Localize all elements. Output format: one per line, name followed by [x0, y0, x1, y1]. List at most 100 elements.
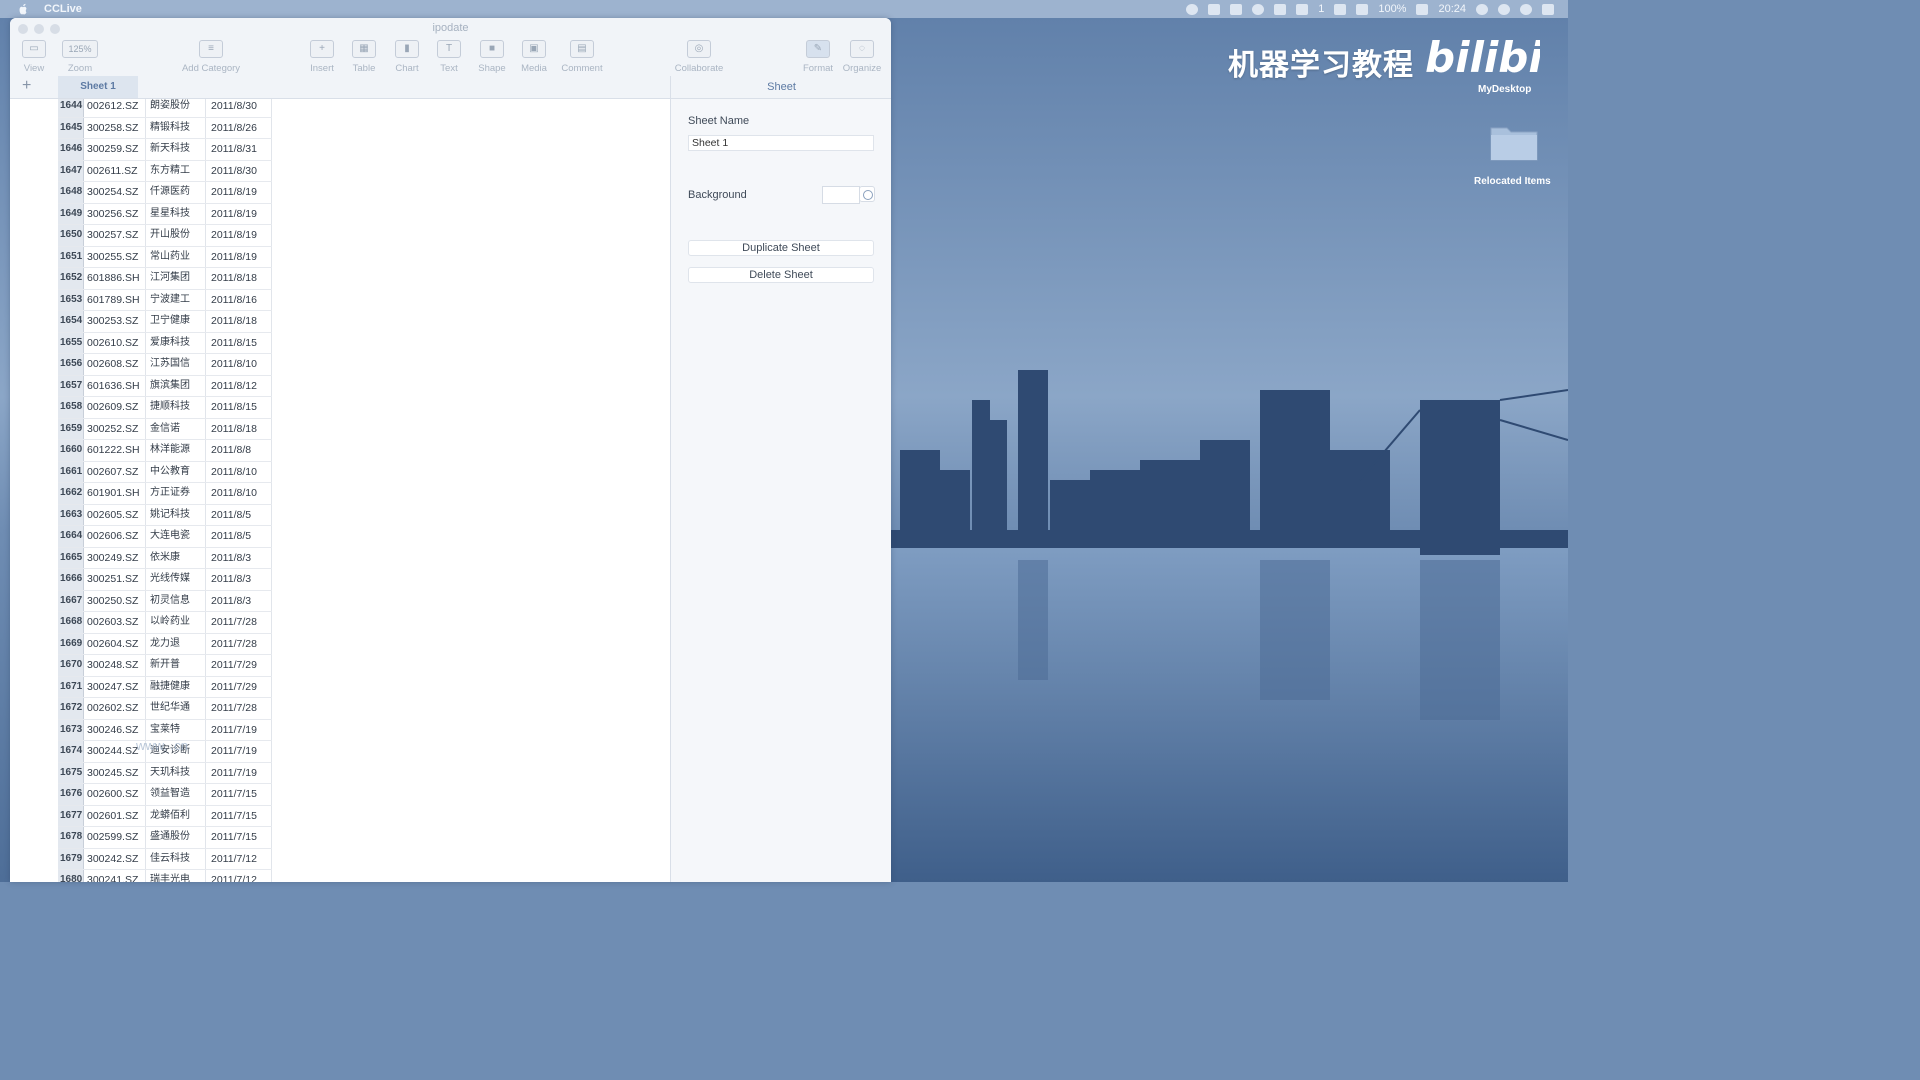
stock-code-cell[interactable]: 300250.SZ [84, 590, 146, 611]
shape-button[interactable]: ■ Shape [470, 40, 514, 74]
table-row[interactable]: 1680 300241.SZ 瑞丰光电 2011/7/12 [58, 870, 272, 882]
status-icon-2[interactable] [1208, 3, 1221, 15]
ipo-date-cell[interactable]: 2011/7/15 [206, 827, 272, 848]
stock-name-cell[interactable]: 领益智造 [146, 784, 206, 805]
apple-icon[interactable] [16, 3, 30, 15]
stock-code-cell[interactable]: 002602.SZ [84, 698, 146, 719]
table-row[interactable]: 1648 300254.SZ 仟源医药 2011/8/19 [58, 182, 272, 204]
stock-name-cell[interactable]: 林洋能源 [146, 440, 206, 461]
ipo-date-cell[interactable]: 2011/8/12 [206, 375, 272, 396]
row-number[interactable]: 1665 [58, 547, 84, 568]
ipo-date-cell[interactable]: 2011/8/15 [206, 397, 272, 418]
stock-name-cell[interactable]: 天玑科技 [146, 762, 206, 783]
stock-name-cell[interactable]: 龙力退 [146, 633, 206, 654]
ipo-date-cell[interactable]: 2011/7/28 [206, 633, 272, 654]
battery-icon[interactable] [1416, 3, 1429, 15]
ipo-date-cell[interactable]: 2011/8/19 [206, 246, 272, 267]
row-number[interactable]: 1654 [58, 311, 84, 332]
stock-code-cell[interactable]: 002607.SZ [84, 461, 146, 482]
stock-name-cell[interactable]: 新开普 [146, 655, 206, 676]
table-row[interactable]: 1672 002602.SZ 世纪华通 2011/7/28 [58, 698, 272, 720]
table-row[interactable]: 1659 300252.SZ 金信诺 2011/8/18 [58, 418, 272, 440]
row-number[interactable]: 1645 [58, 117, 84, 138]
stock-name-cell[interactable]: 方正证券 [146, 483, 206, 504]
table-row[interactable]: 1644 002612.SZ 朗姿股份 2011/8/30 [58, 99, 272, 118]
stock-code-cell[interactable]: 300254.SZ [84, 182, 146, 203]
ipo-date-cell[interactable]: 2011/7/15 [206, 805, 272, 826]
ipo-date-cell[interactable]: 2011/7/15 [206, 784, 272, 805]
stock-code-cell[interactable]: 002605.SZ [84, 504, 146, 525]
stock-code-cell[interactable]: 601886.SH [84, 268, 146, 289]
stock-code-cell[interactable]: 300248.SZ [84, 655, 146, 676]
row-number[interactable]: 1669 [58, 633, 84, 654]
stock-code-cell[interactable]: 300259.SZ [84, 139, 146, 160]
row-number[interactable]: 1649 [58, 203, 84, 224]
row-number[interactable]: 1670 [58, 655, 84, 676]
stock-code-cell[interactable]: 002600.SZ [84, 784, 146, 805]
table-row[interactable]: 1660 601222.SH 林洋能源 2011/8/8 [58, 440, 272, 462]
row-number[interactable]: 1666 [58, 569, 84, 590]
table-row[interactable]: 1679 300242.SZ 佳云科技 2011/7/12 [58, 848, 272, 870]
row-number[interactable]: 1664 [58, 526, 84, 547]
tab-sheet-1[interactable]: Sheet 1 [58, 76, 138, 98]
folder-icon[interactable] [1489, 122, 1539, 162]
table-row[interactable]: 1670 300248.SZ 新开普 2011/7/29 [58, 655, 272, 677]
comment-button[interactable]: ▤ Comment [557, 40, 607, 74]
table-row[interactable]: 1677 002601.SZ 龙蟒佰利 2011/7/15 [58, 805, 272, 827]
ipo-date-cell[interactable]: 2011/8/30 [206, 99, 272, 117]
stock-name-cell[interactable]: 依米康 [146, 547, 206, 568]
ipo-date-cell[interactable]: 2011/8/26 [206, 117, 272, 138]
table-row[interactable]: 1647 002611.SZ 东方精工 2011/8/30 [58, 160, 272, 182]
stock-name-cell[interactable]: 初灵信息 [146, 590, 206, 611]
add-category-button[interactable]: ≡ Add Category [178, 40, 244, 74]
stock-name-cell[interactable]: 星星科技 [146, 203, 206, 224]
stock-name-cell[interactable]: 融捷健康 [146, 676, 206, 697]
table-row[interactable]: 1676 002600.SZ 领益智造 2011/7/15 [58, 784, 272, 806]
panel-tab-sheet[interactable]: Sheet [670, 76, 891, 98]
table-row[interactable]: 1656 002608.SZ 江苏国信 2011/8/10 [58, 354, 272, 376]
keyboard-icon[interactable] [1334, 3, 1347, 15]
stock-code-cell[interactable]: 002603.SZ [84, 612, 146, 633]
add-sheet-button[interactable]: + [22, 77, 31, 95]
status-icon-1[interactable] [1186, 3, 1199, 15]
ipo-date-cell[interactable]: 2011/7/28 [206, 698, 272, 719]
table-row[interactable]: 1664 002606.SZ 大连电瓷 2011/8/5 [58, 526, 272, 548]
row-number[interactable]: 1656 [58, 354, 84, 375]
ipo-date-cell[interactable]: 2011/7/28 [206, 612, 272, 633]
row-number[interactable]: 1671 [58, 676, 84, 697]
stock-name-cell[interactable]: 常山药业 [146, 246, 206, 267]
stock-code-cell[interactable]: 002608.SZ [84, 354, 146, 375]
stock-code-cell[interactable]: 300247.SZ [84, 676, 146, 697]
stock-code-cell[interactable]: 300246.SZ [84, 719, 146, 740]
stock-code-cell[interactable]: 300241.SZ [84, 870, 146, 882]
airplay-icon[interactable] [1296, 3, 1309, 15]
stock-name-cell[interactable]: 精锻科技 [146, 117, 206, 138]
stock-name-cell[interactable]: 瑞丰光电 [146, 870, 206, 882]
ipo-date-cell[interactable]: 2011/8/3 [206, 569, 272, 590]
stock-code-cell[interactable]: 002612.SZ [84, 99, 146, 117]
stock-name-cell[interactable]: 以岭药业 [146, 612, 206, 633]
ipo-date-cell[interactable]: 2011/7/19 [206, 741, 272, 762]
stock-name-cell[interactable]: 朗姿股份 [146, 99, 206, 117]
ipo-date-cell[interactable]: 2011/8/3 [206, 547, 272, 568]
stock-code-cell[interactable]: 002606.SZ [84, 526, 146, 547]
zoom-button[interactable]: 125% Zoom [58, 40, 102, 74]
row-number[interactable]: 1677 [58, 805, 84, 826]
ipo-date-cell[interactable]: 2011/8/18 [206, 311, 272, 332]
row-number[interactable]: 1652 [58, 268, 84, 289]
stock-code-cell[interactable]: 601901.SH [84, 483, 146, 504]
stock-name-cell[interactable]: 仟源医药 [146, 182, 206, 203]
table-row[interactable]: 1663 002605.SZ 姚记科技 2011/8/5 [58, 504, 272, 526]
stock-name-cell[interactable]: 世纪华通 [146, 698, 206, 719]
stock-code-cell[interactable]: 300252.SZ [84, 418, 146, 439]
ipo-date-cell[interactable]: 2011/8/16 [206, 289, 272, 310]
insert-button[interactable]: + Insert [300, 40, 344, 74]
spreadsheet-canvas[interactable]: 1644 002612.SZ 朗姿股份 2011/8/30 1645 300258.SZ 精… [10, 99, 670, 882]
table-button[interactable]: ▦ Table [342, 40, 386, 74]
row-number[interactable]: 1644 [58, 99, 84, 117]
table-row[interactable]: 1666 300251.SZ 光线传媒 2011/8/3 [58, 569, 272, 591]
ipo-date-cell[interactable]: 2011/7/19 [206, 719, 272, 740]
stock-name-cell[interactable]: 卫宁健康 [146, 311, 206, 332]
row-number[interactable]: 1657 [58, 375, 84, 396]
table-row[interactable]: 1669 002604.SZ 龙力退 2011/7/28 [58, 633, 272, 655]
